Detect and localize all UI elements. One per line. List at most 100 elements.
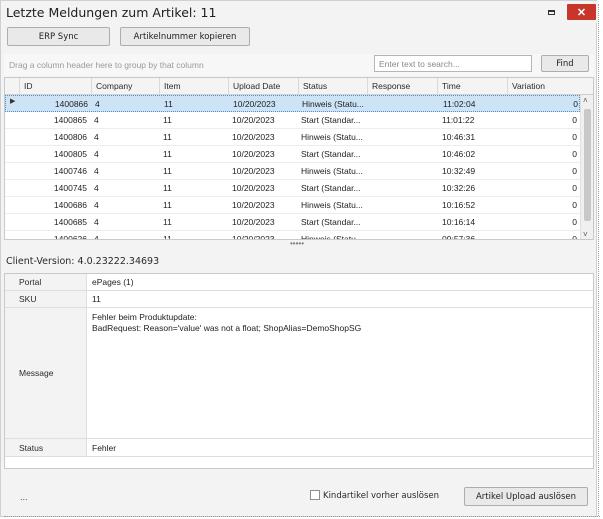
cell-variation: 0 (572, 183, 577, 193)
table-row[interactable]: 1400745 4 11 10/20/2023 Start (Standar... 10:… (5, 180, 580, 197)
find-button[interactable]: Find (541, 55, 589, 72)
cell-response (370, 214, 434, 230)
child-items-checkbox[interactable] (310, 490, 320, 500)
cell-company: 4 (94, 183, 99, 193)
cell-variation: 0 (572, 200, 577, 210)
close-icon: ✕ (576, 6, 587, 19)
cell-time: 10:46:02 (442, 149, 476, 159)
copy-article-number-button[interactable]: Artikelnummer kopieren (120, 27, 250, 46)
column-header-id[interactable]: ID (19, 78, 91, 95)
cell-status: Start (Standar... (301, 149, 361, 159)
message-line-2: BadRequest: Reason='value' was not a flo… (92, 323, 362, 333)
cell-id: 1400746 (53, 166, 87, 176)
cell-company: 4 (94, 149, 99, 159)
grid-header: ID Company Item Upload Date Status Respo… (5, 78, 593, 95)
table-row[interactable]: 1400865 4 11 10/20/2023 Start (Standar... 11:… (5, 112, 580, 129)
column-header-company[interactable]: Company (91, 78, 159, 95)
cell-response (370, 112, 434, 128)
cell-response (371, 96, 435, 112)
cell-status: Hinweis (Statu... (301, 200, 363, 210)
client-version: Client-Version: 4.0.23222.34693 (6, 256, 160, 267)
cell-variation: 0 (572, 166, 577, 176)
detail-value-portal: ePages (1) (92, 277, 134, 287)
detail-row-status: Status Fehler (5, 439, 593, 457)
cell-company: 4 (94, 234, 99, 240)
scroll-down-icon[interactable]: ˅ (583, 230, 588, 239)
dotted-border-right (598, 4, 599, 516)
search-input[interactable]: Enter text to search... (374, 55, 532, 72)
column-header-time[interactable]: Time (437, 78, 507, 95)
cell-date: 10/20/2023 (232, 149, 275, 159)
cell-date: 10/20/2023 (233, 99, 276, 109)
splitter-grip[interactable]: ••••• (290, 239, 304, 248)
cell-status: Hinweis (Statu... (301, 166, 363, 176)
grid-vertical-scrollbar[interactable]: ˄ ˅ (580, 95, 593, 239)
cell-time: 11:02:04 (443, 99, 476, 109)
cell-id: 1400806 (53, 132, 87, 142)
table-row[interactable]: 1400806 4 11 10/20/2023 Hinweis (Statu... 10:… (5, 129, 580, 146)
cell-response (370, 146, 434, 162)
cell-id: 1400626 (53, 234, 87, 240)
cell-company: 4 (94, 217, 99, 227)
cell-time: 10:32:26 (442, 183, 476, 193)
dialog-window: Letzte Meldungen zum Artikel: 11 ✕ ERP S… (0, 0, 598, 517)
cell-id: 1400866 (54, 99, 88, 109)
child-items-checkbox-label[interactable]: Kindartikel vorher auslösen (323, 491, 439, 501)
cell-status: Start (Standar... (301, 115, 361, 125)
erp-sync-button[interactable]: ERP Sync (7, 27, 110, 46)
table-row[interactable]: 1400746 4 11 10/20/2023 Hinweis (Statu... 10:… (5, 163, 580, 180)
table-row[interactable]: 1400805 4 11 10/20/2023 Start (Standar... 10:… (5, 146, 580, 163)
table-row[interactable]: ▶ 1400866 4 11 10/20/2023 Hinweis (Statu... 11… (5, 95, 580, 112)
cell-company: 4 (94, 166, 99, 176)
detail-label-message: Message (5, 308, 87, 438)
messages-grid: ID Company Item Upload Date Status Respo… (4, 77, 594, 240)
cell-item: 11 (163, 200, 172, 210)
table-row[interactable]: 1400685 4 11 10/20/2023 Start (Standar... 10:… (5, 214, 580, 231)
cell-company: 4 (95, 99, 100, 109)
column-header-response[interactable]: Response (367, 78, 437, 95)
close-button[interactable]: ✕ (567, 4, 596, 20)
cell-date: 10/20/2023 (232, 132, 275, 142)
footer-ellipsis: ... (20, 492, 28, 502)
cell-id: 1400686 (53, 200, 87, 210)
cell-response (370, 129, 434, 145)
upload-article-button[interactable]: Artikel Upload auslösen (464, 487, 588, 506)
column-header-item[interactable]: Item (159, 78, 228, 95)
title-bar: Letzte Meldungen zum Artikel: 11 ✕ (1, 1, 598, 23)
cell-id: 1400745 (53, 183, 87, 193)
detail-value-message: Fehler beim Produktupdate: BadRequest: R… (92, 312, 361, 334)
cell-item: 11 (163, 183, 172, 193)
cell-variation: 0 (573, 99, 578, 109)
cell-time: 10:32:49 (442, 166, 476, 176)
detail-label-portal: Portal (5, 274, 87, 290)
detail-label-status: Status (5, 439, 87, 456)
maximize-button[interactable] (542, 4, 560, 20)
cell-item: 11 (163, 234, 172, 240)
cell-date: 10/20/2023 (232, 115, 275, 125)
cell-item: 11 (163, 149, 172, 159)
table-row[interactable]: 1400686 4 11 10/20/2023 Hinweis (Statu... 10:… (5, 197, 580, 214)
detail-value-status: Fehler (92, 442, 117, 453)
cell-time: 10:16:14 (442, 217, 476, 227)
cell-date: 10/20/2023 (232, 217, 275, 227)
column-header-status[interactable]: Status (298, 78, 367, 95)
cell-company: 4 (94, 115, 99, 125)
scroll-up-icon[interactable]: ˄ (583, 96, 588, 105)
cell-status: Hinweis (Statu... (301, 132, 363, 142)
cell-item: 11 (163, 166, 172, 176)
cell-status: Start (Standar... (301, 217, 361, 227)
cell-time: 09:57:36 (442, 234, 476, 240)
cell-variation: 0 (572, 149, 577, 159)
row-indicator-icon: ▶ (10, 98, 16, 105)
detail-value-sku: 11 (92, 294, 101, 304)
column-header-variation[interactable]: Variation (507, 78, 593, 95)
cell-id: 1400685 (53, 217, 87, 227)
group-hint: Drag a column header here to group by th… (9, 60, 204, 70)
scrollbar-thumb[interactable] (584, 109, 591, 221)
cell-variation: 0 (572, 132, 577, 142)
cell-response (370, 231, 434, 239)
cell-status: Hinweis (Statu... (301, 234, 363, 240)
cell-date: 10/20/2023 (232, 183, 275, 193)
column-header-upload-date[interactable]: Upload Date (228, 78, 298, 95)
cell-time: 10:46:31 (442, 132, 476, 142)
